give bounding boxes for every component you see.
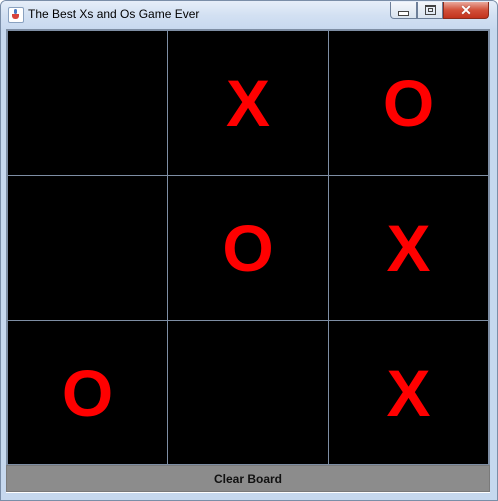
maximize-button[interactable] <box>417 2 443 19</box>
title-bar[interactable]: The Best Xs and Os Game Ever ✕ <box>1 1 497 28</box>
cell-mark: O <box>382 66 435 140</box>
board-cell-r3-c1[interactable]: O <box>7 320 168 465</box>
game-board: X O O X O X <box>6 29 490 466</box>
java-app-icon <box>8 7 24 23</box>
cell-mark: O <box>222 211 274 285</box>
board-cell-r1-c3[interactable]: O <box>328 30 489 176</box>
board-cell-r2-c1[interactable] <box>7 175 168 321</box>
game-panel: X O O X O X Clear Board <box>6 29 490 493</box>
cell-mark: X <box>386 355 431 430</box>
board-cell-r3-c2[interactable] <box>167 320 329 465</box>
maximize-icon <box>424 5 436 15</box>
window-title: The Best Xs and Os Game Ever <box>28 7 200 21</box>
board-cell-r3-c3[interactable]: X <box>328 320 489 465</box>
minimize-button[interactable] <box>390 2 417 19</box>
board-cell-r2-c2[interactable]: O <box>167 175 329 321</box>
close-icon: ✕ <box>460 2 472 18</box>
cell-mark: X <box>225 66 271 140</box>
close-button[interactable]: ✕ <box>443 2 489 19</box>
board-cell-r1-c1[interactable] <box>7 30 168 176</box>
board-cell-r2-c3[interactable]: X <box>328 175 489 321</box>
cell-mark: X <box>386 211 431 285</box>
app-window: The Best Xs and Os Game Ever ✕ X O O X O… <box>0 0 498 501</box>
clear-board-button[interactable]: Clear Board <box>6 465 490 492</box>
cell-mark: O <box>61 355 114 430</box>
minimize-icon <box>398 10 409 16</box>
board-cell-r1-c2[interactable]: X <box>167 30 329 176</box>
